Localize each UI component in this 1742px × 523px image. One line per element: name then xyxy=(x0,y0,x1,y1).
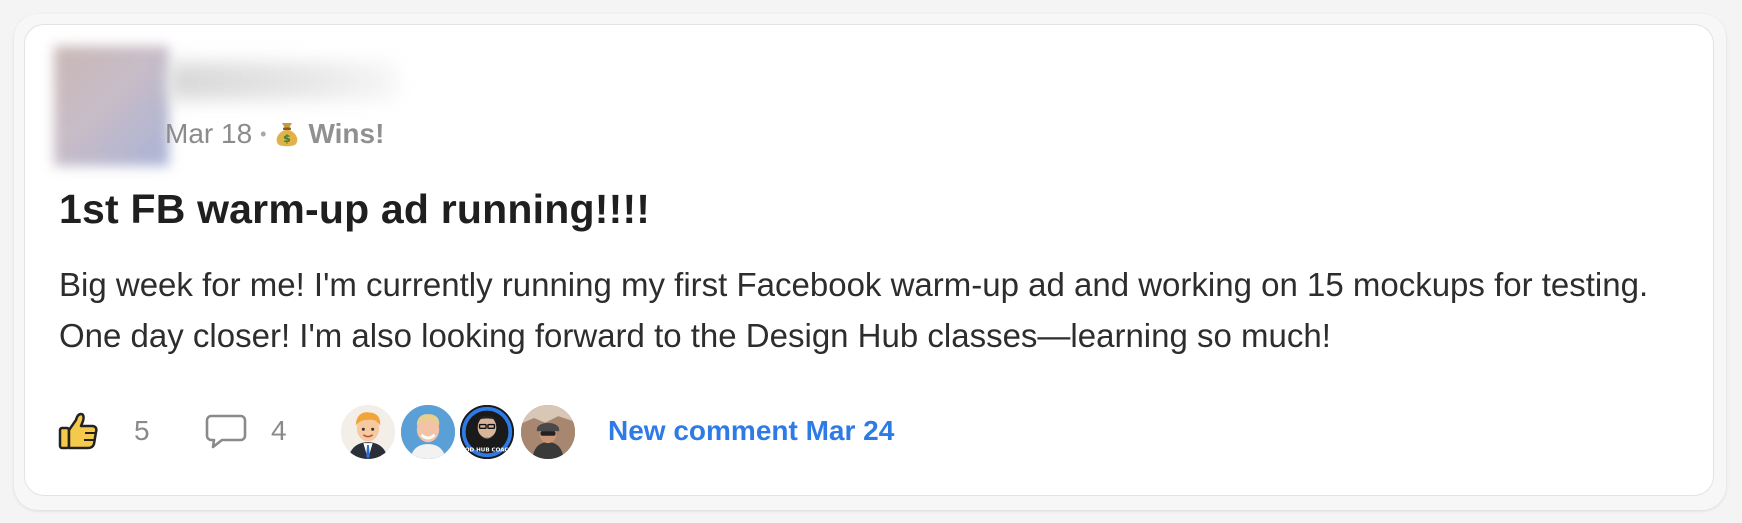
post-date: Mar 18 xyxy=(165,118,253,149)
comment-bubble-icon[interactable] xyxy=(205,412,247,450)
author-name[interactable] xyxy=(168,62,398,100)
thumbs-up-icon[interactable] xyxy=(58,411,100,451)
post-meta: Mar 18 • $ Wins! xyxy=(165,118,384,150)
post-body: Big week for me! I'm currently running m… xyxy=(59,266,1649,354)
post-actions: 5 4 POD HUB COACH New comment Mar 24 xyxy=(58,402,958,462)
author-avatar[interactable] xyxy=(54,46,169,166)
like-count: 5 xyxy=(134,415,150,446)
svg-text:POD HUB COACH: POD HUB COACH xyxy=(461,448,514,454)
commenter-avatar[interactable]: POD HUB COACH xyxy=(458,403,516,461)
comment-count: 4 xyxy=(271,415,287,446)
svg-text:$: $ xyxy=(284,132,292,145)
post-category[interactable]: Wins! xyxy=(308,118,384,150)
commenter-avatar[interactable] xyxy=(399,403,457,461)
meta-separator: • xyxy=(260,123,267,144)
commenter-avatar[interactable] xyxy=(519,403,577,461)
new-comment-link[interactable]: New comment Mar 24 xyxy=(608,415,894,447)
money-bag-icon: $ xyxy=(277,123,298,147)
commenter-avatar[interactable] xyxy=(339,403,397,461)
post-title[interactable]: 1st FB warm-up ad running!!!! xyxy=(59,186,650,233)
